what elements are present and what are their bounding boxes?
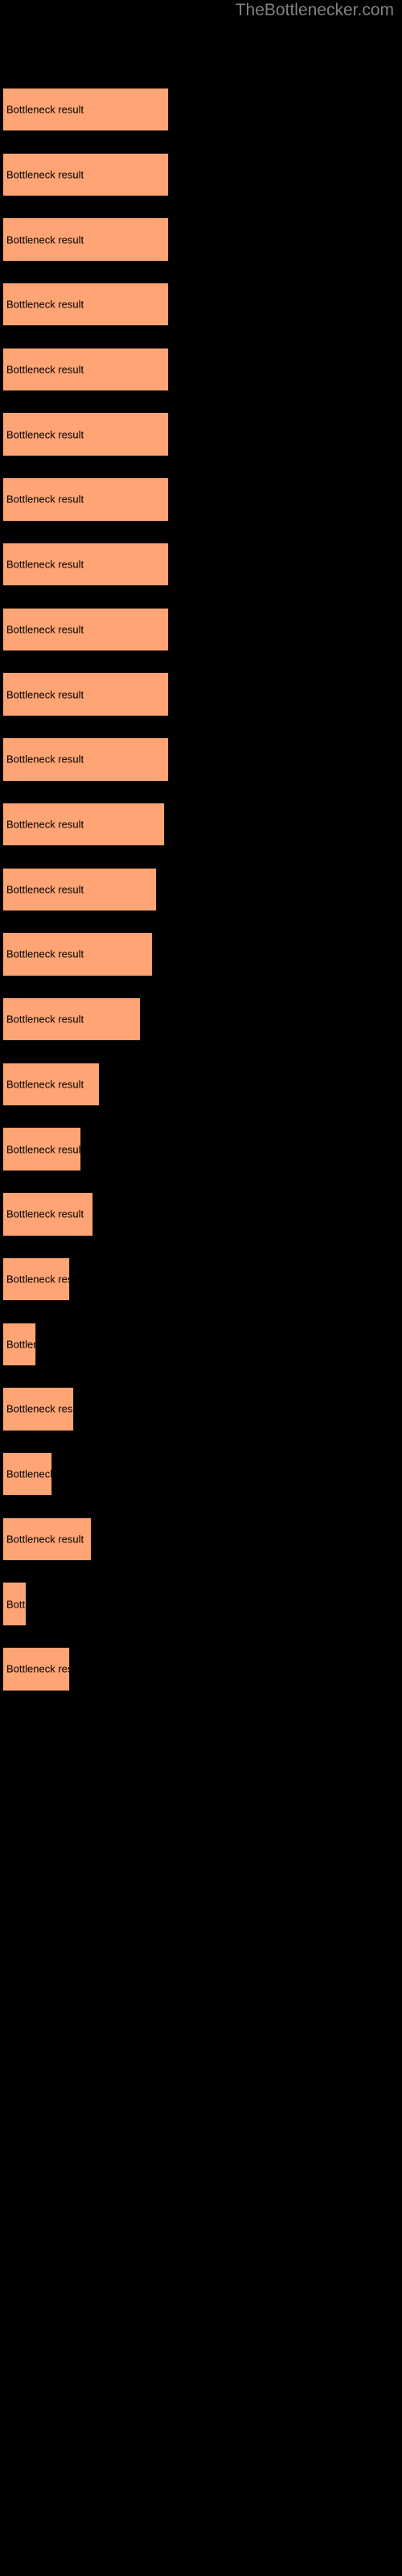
- bar-label: Bottleneck result: [6, 1078, 84, 1091]
- bar: Bottleneck result: [2, 1582, 27, 1626]
- bar: Bottleneck result: [2, 1517, 92, 1562]
- bar: Bottleneck result: [2, 1192, 94, 1236]
- bar-label: Bottleneck result: [6, 1598, 27, 1611]
- bar: Bottleneck result: [2, 802, 165, 847]
- bar-label: Bottleneck result: [6, 1533, 84, 1546]
- bar: Bottleneck result: [2, 1387, 74, 1431]
- bar: Bottleneck result: [2, 217, 169, 262]
- bar-label: Bottleneck result: [6, 1468, 52, 1480]
- bar: Bottleneck result: [2, 1322, 36, 1366]
- bar: Bottleneck result: [2, 997, 142, 1042]
- bar-label: Bottleneck result: [6, 753, 84, 766]
- bar: Bottleneck result: [2, 1127, 82, 1171]
- bottleneck-bar-chart: Bottleneck result Bottleneck result Bottle…: [0, 0, 402, 1723]
- bar-label: Bottleneck result: [6, 818, 84, 831]
- bar-label: Bottleneck result: [6, 168, 84, 181]
- bar-label: Bottleneck result: [6, 1402, 73, 1415]
- bar-label: Bottleneck result: [6, 103, 84, 116]
- bar-label: Bottleneck result: [6, 1662, 69, 1675]
- bar-label: Bottleneck result: [6, 1143, 82, 1156]
- bar: Bottleneck result: [2, 737, 169, 782]
- bar-label: Bottleneck result: [6, 883, 84, 896]
- bar-label: Bottleneck result: [6, 298, 84, 311]
- bar: Bottleneck result: [2, 477, 169, 522]
- bar: Bottleneck result: [2, 672, 169, 716]
- bar-label: Bottleneck result: [6, 688, 84, 701]
- bar-label: Bottleneck result: [6, 1013, 84, 1026]
- bar-label: Bottleneck result: [6, 1338, 35, 1351]
- bar: Bottleneck result: [2, 607, 169, 652]
- bar-label: Bottleneck result: [6, 947, 84, 960]
- bar-label: Bottleneck result: [6, 558, 84, 571]
- bar: Bottleneck result: [2, 87, 169, 132]
- bar: Bottleneck result: [2, 152, 169, 197]
- bar-label: Bottleneck result: [6, 1208, 84, 1220]
- bar-label: Bottleneck result: [6, 623, 84, 636]
- bar-label: Bottleneck result: [6, 1273, 69, 1286]
- bar-label: Bottleneck result: [6, 493, 84, 506]
- bar: Bottleneck result: [2, 1257, 70, 1302]
- bar: Bottleneck result: [2, 542, 169, 587]
- bar: Bottleneck result: [2, 1647, 70, 1691]
- bar-label: Bottleneck result: [6, 363, 84, 376]
- bar-label: Bottleneck result: [6, 428, 84, 441]
- bar: Bottleneck result: [2, 412, 169, 456]
- bar-label: Bottleneck result: [6, 233, 84, 246]
- bar: Bottleneck result: [2, 867, 157, 911]
- bar: Bottleneck result: [2, 283, 169, 327]
- bar: Bottleneck result: [2, 347, 169, 392]
- bar: Bottleneck result: [2, 1062, 100, 1107]
- bar: Bottleneck result: [2, 932, 153, 976]
- bar: Bottleneck result: [2, 1451, 52, 1496]
